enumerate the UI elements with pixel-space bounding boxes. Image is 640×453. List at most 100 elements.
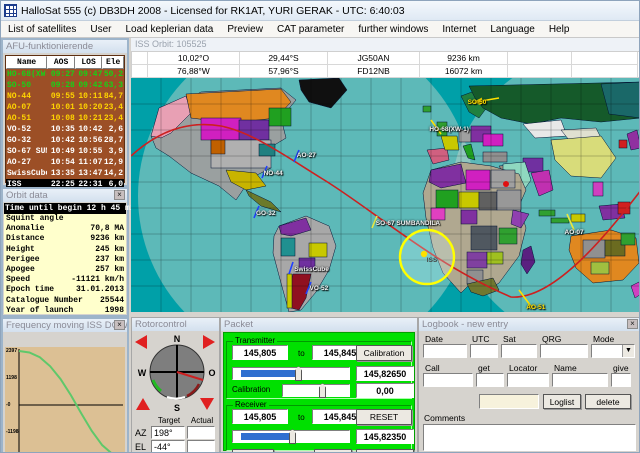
coords-cell-r0c6 (572, 52, 638, 65)
afu-cell: 13:47 (75, 168, 103, 179)
afu-row-so-67-sum[interactable]: SO-67 SUM10:4910:553,9 (6, 146, 124, 157)
menu-item-further-windows[interactable]: further windows (351, 22, 435, 37)
rit-button[interactable]: RIT (232, 449, 274, 453)
rotor-panel: Rotorcontrol N S W O Target Actual AZ (131, 317, 220, 453)
afu-row-go-32[interactable]: GO-3210:4210:5628,7 (6, 135, 124, 146)
rotor-table: Target Actual AZ 198° EL -44° (135, 416, 217, 453)
orbit-row-anomalie: Anomalie70,8 MA (4, 224, 126, 234)
afu-header-name[interactable]: Name (6, 56, 47, 69)
afu-header-aos[interactable]: AOS (47, 56, 75, 69)
afu-cell: 09:27 (47, 69, 75, 80)
afu-cell: 10:56 (75, 135, 103, 146)
calibration-slider[interactable] (282, 384, 350, 397)
logbook-field-mode[interactable]: ▼ (591, 344, 635, 358)
rx-from-input[interactable]: 145,805 (232, 409, 288, 424)
menu-item-cat-parameter[interactable]: CAT parameter (270, 22, 351, 37)
tx-frequency-slider[interactable] (232, 367, 350, 380)
afu-cell: 23,4 (102, 113, 124, 124)
coords-cell-r1c4: 16072 km (420, 65, 508, 78)
tx-from-input[interactable]: 145,805 (232, 345, 288, 360)
afu-row-swisscube[interactable]: SwissCube13:3513:4714,2 (6, 168, 124, 179)
logbook-field-give[interactable] (611, 373, 631, 387)
el-target-field[interactable]: -44° (151, 440, 185, 453)
orbit-label: Epoch time (6, 285, 54, 295)
close-icon[interactable]: × (114, 320, 125, 330)
cat-stop-button[interactable]: cat stop (314, 449, 352, 453)
afu-row-ao-07[interactable]: AO-0710:0110:2023,4 (6, 102, 124, 113)
el-actual-field[interactable] (187, 440, 215, 453)
loglist-button[interactable]: Loglist (543, 394, 581, 409)
el-label: EL (135, 442, 151, 452)
orbit-panel-title-text: Orbit data (6, 190, 48, 201)
coords-cell-r0c2: 29,44°S (240, 52, 328, 65)
afu-row-ao-27[interactable]: AO-2710:5411:0712,9 (6, 157, 124, 168)
afu-header-los[interactable]: LOS (75, 56, 103, 69)
coords-cell-r1c3: FD12NB (328, 65, 420, 78)
orbit-row-squint-angle: Squint angle (4, 214, 126, 224)
orbit-row-year-of-launch: Year of launch1998 (4, 306, 126, 316)
afu-row-no-44[interactable]: NO-4409:5510:1184,7 (6, 91, 124, 102)
packet-body: Transmitter 145,805 to 145,845 Calibrati… (223, 332, 415, 451)
logbook-row1: DateUTCSatQRGMode▼ (423, 334, 638, 358)
afu-cell: 10:01 (47, 102, 75, 113)
logbook-extra-field[interactable] (479, 394, 539, 409)
compass-e: O (208, 368, 215, 378)
logbook-row2: CallgetLocatorNamegive (423, 363, 634, 387)
menu-item-preview[interactable]: Preview (220, 22, 270, 37)
orbit-value: 70,8 MA (90, 224, 124, 234)
afu-row-vo-52[interactable]: VO-5210:3510:422,6 (6, 124, 124, 135)
afu-table-header: Name AOS LOS Ele (6, 56, 124, 69)
afu-row-so-50[interactable]: SO-5009:2809:4263,3 (6, 80, 124, 91)
logbook-panel-title: Logbook - new entry × (419, 318, 640, 331)
reset-button[interactable]: RESET (356, 409, 412, 425)
logbook-field-locator[interactable] (507, 373, 549, 387)
logbook-field-get[interactable] (476, 373, 504, 387)
map-sat-label-ao-07: AO-07 (565, 229, 584, 236)
logbook-field-utc[interactable] (470, 344, 498, 358)
comments-textarea[interactable] (423, 424, 636, 451)
calibration-button[interactable]: Calibration (356, 345, 412, 361)
logbook-label-date: Date (423, 334, 467, 344)
afu-cell: 23,4 (102, 102, 124, 113)
menu-item-help[interactable]: Help (542, 22, 577, 37)
menu-item-internet[interactable]: Internet (435, 22, 483, 37)
rx-frequency-display: 145,82350 (356, 429, 414, 444)
afu-panel-title: AFU-funktionierende (3, 40, 127, 53)
world-map[interactable]: SO-50HO-68(XW-1)AO-27NO-44GO-32SwissCube… (131, 78, 640, 312)
logbook-field-date[interactable] (423, 344, 467, 358)
coords-cell-r1c0 (132, 65, 148, 78)
menu-item-load-keplerian-data[interactable]: Load keplerian data (119, 22, 221, 37)
delete-button[interactable]: delete (585, 394, 631, 409)
afu-cell: 09:28 (47, 80, 75, 91)
logbook-field-sat[interactable] (501, 344, 537, 358)
afu-header-ele[interactable]: Ele (102, 56, 124, 69)
world-map-graphic (131, 78, 640, 312)
menu-item-user[interactable]: User (83, 22, 118, 37)
afu-cell: 10:49 (47, 146, 75, 157)
afu-row-ao-51[interactable]: AO-5110:0810:2123,4 (6, 113, 124, 124)
packet-panel-title: Packet (221, 318, 417, 331)
afu-cell: 10:42 (75, 124, 103, 135)
orbit-label: Speed (6, 275, 30, 285)
az-actual-field[interactable] (187, 426, 215, 439)
orbit-panel-title: Orbit data × (3, 189, 127, 202)
close-icon[interactable]: × (114, 190, 125, 200)
az-target-field[interactable]: 198° (151, 426, 185, 439)
logbook-field-call[interactable] (423, 373, 473, 387)
afu-cell: 10:08 (47, 113, 75, 124)
menu-item-list-of-satellites[interactable]: List of satellites (1, 22, 83, 37)
afu-row-ho-68-xw-1[interactable]: HO-68(XW-109:2709:4750,2 (6, 69, 124, 80)
close-icon[interactable]: × (627, 319, 638, 329)
afu-cell: SwissCube (6, 168, 47, 179)
app-window: HalloSat 555 (c) DB3DH 2008 - Licensed f… (0, 0, 640, 453)
cat-onoff-button[interactable]: CAT on/off (356, 449, 414, 453)
chevron-down-icon[interactable]: ▼ (622, 345, 634, 357)
rx-frequency-slider[interactable] (232, 430, 350, 443)
logbook-label-qrg: QRG (540, 334, 588, 344)
afu-cell: 28,7 (102, 135, 124, 146)
logbook-field-qrg[interactable] (540, 344, 588, 358)
orbit-row-speed: Speed-11121 km/h (4, 275, 126, 285)
afu-cell: AO-07 (6, 102, 47, 113)
logbook-field-name[interactable] (552, 373, 608, 387)
menu-item-language[interactable]: Language (483, 22, 542, 37)
